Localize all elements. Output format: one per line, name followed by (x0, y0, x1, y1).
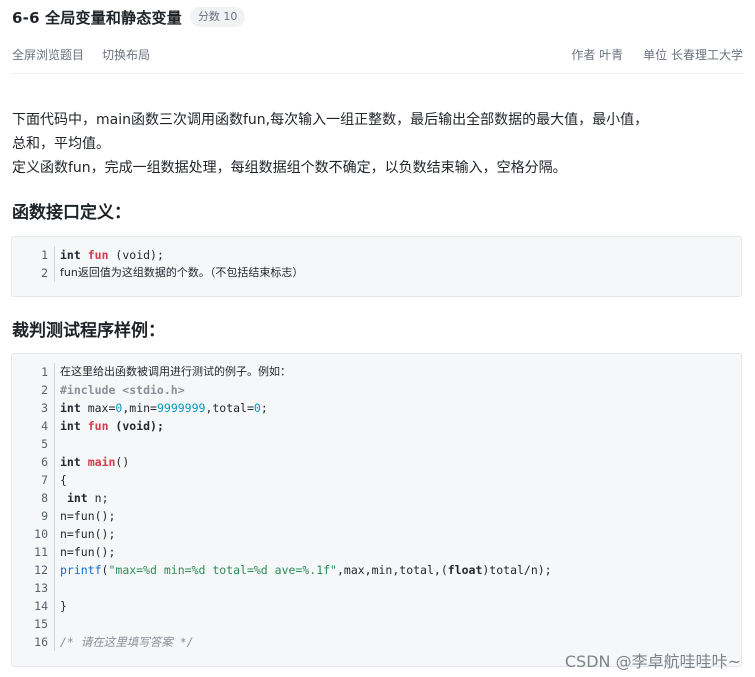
code-token: } (60, 599, 67, 613)
code-token: #include <stdio.h> (60, 383, 185, 397)
code-line: 7{ (12, 471, 741, 489)
watermark: CSDN @李卓航哇哇咔~ (564, 652, 741, 671)
code-token: () (115, 455, 130, 469)
line-number: 7 (12, 471, 55, 489)
line-number: 2 (12, 264, 55, 282)
code-line: 12 printf("max=%d min=%d total=%d ave=%.1… (12, 561, 741, 579)
code-token: int (60, 419, 81, 433)
toolbar: 全屏浏览题目 切换布局 作者 叶青 单位 长春理工大学 (12, 44, 743, 64)
code-line: 10 n=fun(); (12, 525, 741, 543)
code-token: 0 (253, 401, 261, 415)
score-badge: 分数 10 (189, 7, 246, 27)
code-line: 2 fun返回值为这组数据的个数。（不包括结束标志） (12, 264, 741, 282)
code-token: 9999999 (156, 401, 206, 415)
code-line: 15 (12, 615, 741, 633)
line-number: 9 (12, 507, 55, 525)
line-number: 12 (12, 561, 55, 579)
code-token: fun (87, 248, 109, 262)
code-token: n=fun(); (60, 509, 116, 523)
code-token: main (87, 455, 116, 469)
problem-title: 6-6 全局变量和静态变量 (12, 8, 182, 27)
code-token: /* 请在这里填写答案 */ (60, 635, 194, 649)
line-number: 2 (12, 381, 55, 399)
code-token: (void); (108, 419, 164, 433)
code-token: { (60, 473, 67, 487)
line-number: 4 (12, 417, 55, 435)
code-line: 9 n=fun(); (12, 507, 741, 525)
code-token: int (60, 248, 81, 262)
code-token: ( (101, 563, 109, 577)
code-line: 1 在这里给出函数被调用进行测试的例子。例如： (12, 363, 741, 381)
code-token: ; (260, 401, 268, 415)
interface-code-block: 1 int fun (void); 2 fun返回值为这组数据的个数。（不包括结束标… (11, 236, 742, 297)
line-number: 3 (12, 399, 55, 417)
line-number: 15 (12, 615, 55, 633)
header-divider (12, 73, 743, 74)
code-token: max= (80, 401, 116, 415)
code-token: printf (60, 563, 102, 577)
code-token: n=fun(); (60, 527, 116, 541)
code-line: 6 int main() (12, 453, 741, 471)
code-token: )total/n); (482, 563, 552, 577)
description-line: 总和，平均值。 (12, 136, 110, 152)
line-number: 1 (12, 363, 55, 381)
test-code-block: 1 在这里给出函数被调用进行测试的例子。例如： 2 #include <stdio.… (11, 353, 742, 667)
line-number: 13 (12, 579, 55, 597)
line-number: 1 (12, 246, 55, 264)
test-program-heading: 裁判测试程序样例： (12, 321, 165, 341)
code-line: 1 int fun (void); (12, 246, 741, 264)
code-line: 5 (12, 435, 741, 453)
problem-description: 下面代码中，main函数三次调用函数fun,每次输入一组正整数，最后输出全部数据… (12, 108, 745, 180)
line-number: 11 (12, 543, 55, 561)
code-token: (void); (108, 248, 164, 262)
title-row: 6-6 全局变量和静态变量 分数 10 (12, 6, 246, 28)
line-number: 10 (12, 525, 55, 543)
code-token: float (447, 563, 483, 577)
interface-heading: 函数接口定义： (12, 203, 131, 223)
author-info: 作者 叶青 (571, 47, 624, 62)
code-token: fun返回值为这组数据的个数。（不包括结束标志） (60, 266, 304, 279)
line-number: 5 (12, 435, 55, 453)
line-number: 14 (12, 597, 55, 615)
code-token: fun (87, 419, 109, 433)
code-token: 在这里给出函数被调用进行测试的例子。例如： (60, 365, 291, 378)
fullscreen-view-link[interactable]: 全屏浏览题目 (12, 46, 84, 63)
code-line: 4 int fun (void); (12, 417, 741, 435)
unit-info: 单位 长春理工大学 (643, 47, 743, 62)
code-line: 14} (12, 597, 741, 615)
code-line: 3 int max= 0 ,min= 9999999 ,total= 0; (12, 399, 741, 417)
line-number: 6 (12, 453, 55, 471)
description-line: 定义函数fun，完成一组数据处理，每组数据组个数不确定，以负数结束输入，空格分隔… (12, 160, 567, 176)
code-token: n; (87, 491, 109, 505)
switch-layout-link[interactable]: 切换布局 (102, 46, 150, 63)
code-token: 0 (115, 401, 123, 415)
code-token: n=fun(); (60, 545, 116, 559)
code-token: int (60, 455, 81, 469)
code-token: ,min= (122, 401, 157, 415)
code-line: 8 int n; (12, 489, 741, 507)
code-token: int (66, 491, 88, 505)
code-token: ,total= (205, 401, 254, 415)
code-line: 2 #include <stdio.h> (12, 381, 741, 399)
line-number: 16 (12, 633, 55, 651)
code-line: 13 (12, 579, 741, 597)
description-line: 下面代码中，main函数三次调用函数fun,每次输入一组正整数，最后输出全部数据… (12, 112, 649, 128)
code-token: "max=%d min=%d total=%d ave=%.1f" (108, 563, 337, 577)
code-token: ,max,min,total,( (336, 563, 448, 577)
line-number: 8 (12, 489, 55, 507)
code-line: 11 n=fun(); (12, 543, 741, 561)
code-token: int (60, 401, 81, 415)
